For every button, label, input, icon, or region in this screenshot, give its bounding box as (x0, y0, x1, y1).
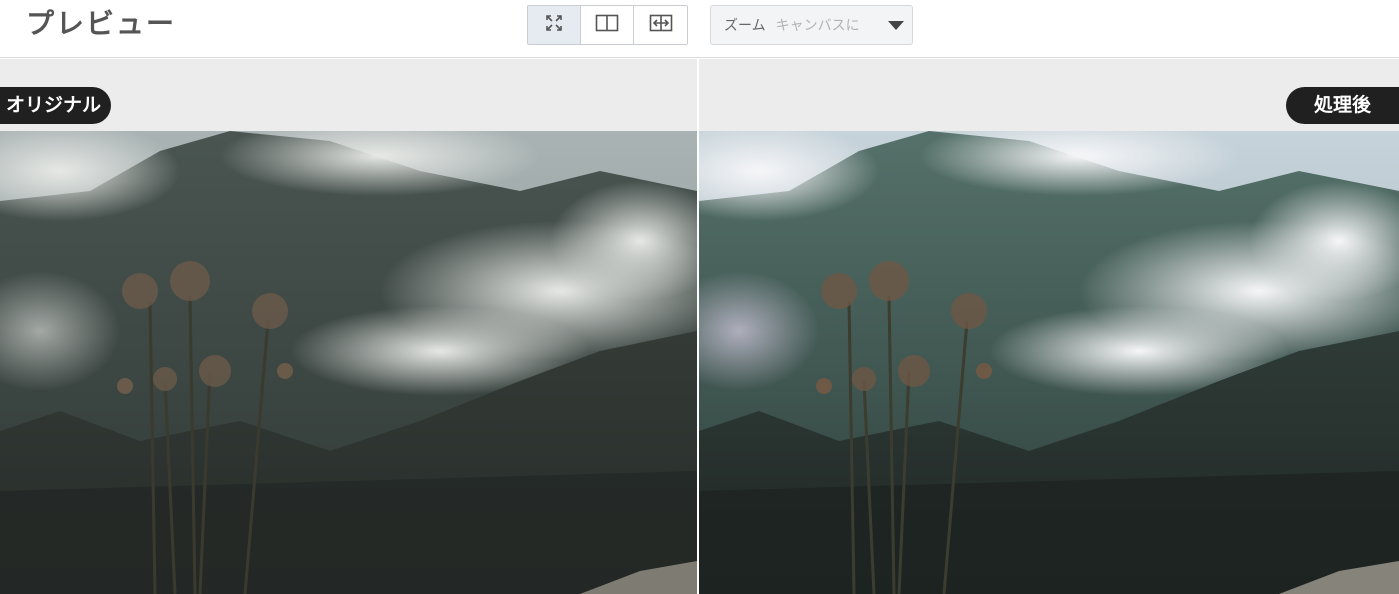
preview-header: プレビュー ズーム キャンバスに (0, 0, 1399, 58)
view-side-by-side-button[interactable] (634, 6, 687, 44)
page-title: プレビュー (26, 7, 177, 40)
zoom-label: ズーム (724, 18, 766, 34)
processed-photo (699, 131, 1399, 594)
original-badge: オリジナル (0, 87, 112, 124)
compare-arrows-icon (649, 14, 673, 36)
zoom-value: キャンバスに (775, 18, 860, 34)
processed-badge: 処理後 (1285, 87, 1399, 124)
fit-expand-icon (545, 14, 563, 36)
processed-panel: 処理後 (699, 59, 1399, 594)
zoom-dropdown[interactable]: ズーム キャンバスに (710, 5, 913, 45)
split-view-icon (595, 14, 619, 36)
original-panel: オリジナル (0, 59, 697, 594)
view-split-button[interactable] (581, 6, 634, 44)
original-photo (0, 131, 697, 594)
view-fit-button[interactable] (528, 6, 581, 44)
view-mode-toggle-group (527, 5, 688, 45)
chevron-down-icon (888, 21, 904, 30)
